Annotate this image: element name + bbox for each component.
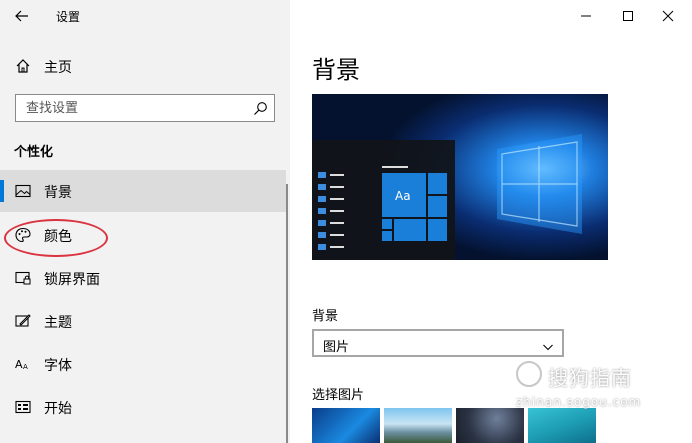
sidebar-item-start[interactable]: 开始: [0, 386, 286, 428]
annotation-ellipse: [4, 219, 108, 257]
choose-picture-label: 选择图片: [312, 388, 365, 403]
titlebar-left: 设置: [0, 0, 290, 32]
arrow-left-icon: [15, 10, 28, 22]
page-title: 背景: [312, 56, 360, 84]
picture-thumbnail[interactable]: [384, 408, 452, 443]
start-icon: [14, 398, 32, 416]
lock-screen-icon: [14, 269, 32, 287]
watermark: 搜狗指南 zhinan.sogou.com: [512, 357, 692, 413]
picture-thumbnail[interactable]: [528, 408, 596, 443]
watermark-logo-icon: [516, 361, 542, 387]
search-box[interactable]: [15, 94, 275, 122]
sidebar-item-fonts[interactable]: A A 字体: [0, 343, 286, 385]
minimize-icon: [581, 15, 591, 17]
background-type-label: 背景: [312, 309, 339, 324]
image-icon: [14, 182, 32, 200]
picture-thumbnail[interactable]: [312, 408, 380, 443]
sidebar-item-label: 主题: [44, 315, 72, 331]
background-preview: Aa: [312, 94, 608, 260]
sidebar: 设置 主页 个性化 背景: [0, 0, 290, 443]
active-indicator: [0, 180, 4, 202]
maximize-button[interactable]: [616, 4, 640, 28]
picture-thumbnail[interactable]: [456, 408, 524, 443]
minimize-button[interactable]: [574, 4, 598, 28]
search-icon[interactable]: [253, 101, 268, 116]
svg-text:A: A: [15, 358, 23, 371]
sidebar-item-label: 锁屏界面: [44, 272, 100, 288]
theme-icon: [14, 312, 32, 330]
maximize-icon: [623, 11, 633, 21]
background-type-select[interactable]: 图片: [312, 329, 564, 357]
sidebar-item-label: 主页: [44, 60, 72, 76]
section-title: 个性化: [14, 145, 54, 160]
select-value: 图片: [323, 340, 350, 355]
sidebar-item-themes[interactable]: 主题: [0, 300, 286, 342]
back-button[interactable]: [12, 6, 32, 26]
home-icon: [14, 57, 32, 75]
watermark-subtext: zhinan.sogou.com: [516, 395, 642, 409]
preview-tile-label: Aa: [395, 189, 411, 203]
svg-text:A: A: [23, 363, 28, 371]
sidebar-item-lock-screen[interactable]: 锁屏界面: [0, 257, 286, 299]
sidebar-item-label: 背景: [44, 185, 72, 201]
close-button[interactable]: [656, 4, 680, 28]
font-icon: A A: [14, 355, 32, 373]
chevron-down-icon: [542, 338, 554, 351]
close-icon: [662, 10, 674, 22]
sidebar-scrollbar[interactable]: [286, 184, 288, 443]
sidebar-item-home[interactable]: 主页: [0, 52, 290, 80]
watermark-text: 搜狗指南: [548, 366, 632, 390]
sidebar-item-label: 开始: [44, 401, 72, 417]
search-input[interactable]: [16, 95, 246, 121]
app-title: 设置: [56, 10, 81, 24]
sidebar-item-label: 字体: [44, 358, 72, 374]
sidebar-item-background[interactable]: 背景: [0, 170, 286, 212]
